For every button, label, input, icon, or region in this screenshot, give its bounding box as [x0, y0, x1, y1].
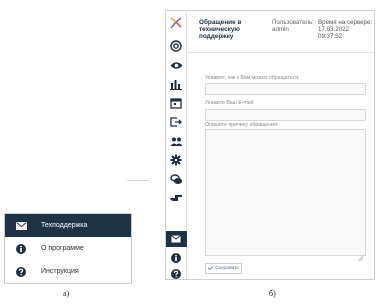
user-label: Пользователь: — [272, 19, 314, 26]
user-name: admin — [272, 26, 289, 33]
page-title: Обращение в техническую поддержку — [199, 19, 242, 40]
save-button[interactable]: Сохранить — [205, 263, 242, 274]
calendar-icon[interactable] — [169, 96, 183, 110]
server-time-label: Время на сервере: — [318, 19, 373, 26]
hand-icon[interactable] — [169, 191, 183, 205]
divider — [127, 180, 149, 181]
users-icon[interactable] — [169, 134, 183, 148]
envelope-icon — [15, 220, 27, 232]
support-form: Укажите, как к Вам можно обращаться: Ука… — [187, 54, 374, 279]
coins-icon[interactable] — [169, 172, 183, 186]
support-window: Обращение в техническую поддержку Пользо… — [165, 10, 375, 280]
page-header: Обращение в техническую поддержку Пользо… — [187, 11, 374, 53]
resize-grip-icon[interactable] — [357, 248, 364, 262]
gear-icon[interactable] — [169, 153, 183, 167]
menu-item-about[interactable]: О программе — [5, 237, 131, 260]
reason-label: Опишите причину обращения: — [205, 122, 279, 128]
menu-item-label: Техподдержка — [41, 222, 88, 229]
menu-item-manual[interactable]: Инструкция — [5, 260, 131, 283]
save-button-label: Сохранить — [215, 266, 239, 271]
bar-chart-icon[interactable] — [169, 77, 183, 91]
help-menu: Техподдержка О программе Инструкция — [4, 213, 132, 284]
caption-b: б) — [269, 289, 276, 298]
email-input[interactable] — [205, 109, 366, 121]
help-icon[interactable] — [169, 267, 183, 279]
sidebar — [166, 11, 187, 279]
logo-icon — [169, 16, 183, 30]
name-input[interactable] — [205, 83, 366, 95]
server-time: 09:37:52 — [318, 33, 343, 40]
envelope-icon — [169, 232, 183, 246]
eye-icon[interactable] — [169, 58, 183, 72]
name-label: Укажите, как к Вам можно обращаться: — [205, 75, 300, 81]
info-icon — [15, 243, 27, 255]
panel-a: Техподдержка О программе Инструкция а) — [0, 0, 160, 305]
menu-item-label: О программе — [41, 245, 84, 252]
info-icon[interactable] — [169, 251, 183, 265]
server-date: 17.03.2022 — [318, 26, 349, 33]
check-icon — [208, 265, 213, 272]
caption-a: а) — [63, 289, 70, 298]
reason-textarea[interactable] — [205, 129, 366, 262]
email-label: Укажите Ваш E-mail: — [205, 100, 255, 106]
help-icon — [15, 266, 27, 278]
menu-item-support[interactable]: Техподдержка — [5, 214, 131, 237]
target-icon[interactable] — [169, 39, 183, 53]
exit-icon[interactable] — [169, 115, 183, 129]
menu-item-label: Инструкция — [41, 268, 79, 275]
